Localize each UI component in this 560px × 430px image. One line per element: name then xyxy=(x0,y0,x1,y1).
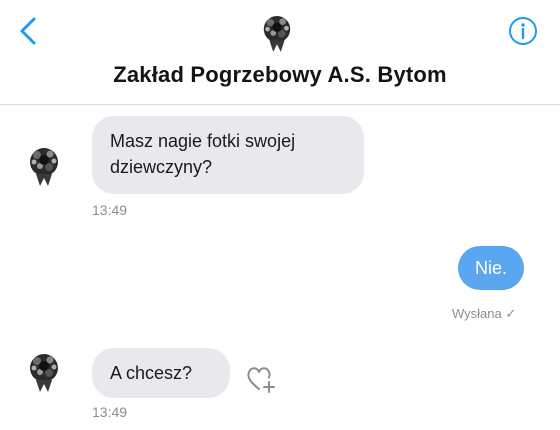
info-button[interactable] xyxy=(508,16,538,46)
message-bubble-outgoing[interactable]: Nie. xyxy=(458,246,524,290)
contact-avatar[interactable] xyxy=(260,10,294,54)
message-status: Wysłana ✓ xyxy=(452,306,517,321)
message-text-line: dziewczyny? xyxy=(110,157,213,177)
message-text-line: Masz nagie fotki swojej xyxy=(110,131,296,151)
sender-avatar[interactable] xyxy=(26,348,62,394)
message-timestamp: 13:49 xyxy=(92,202,128,218)
message-text: Nie. xyxy=(474,258,507,278)
conversation-header: Zakład Pogrzebowy A.S. Bytom xyxy=(0,0,560,105)
info-icon xyxy=(509,17,537,45)
conversation-title[interactable]: Zakład Pogrzebowy A.S. Bytom xyxy=(0,62,560,88)
heart-add-icon xyxy=(247,367,275,393)
sender-avatar[interactable] xyxy=(26,142,62,188)
chevron-left-icon xyxy=(20,17,36,45)
message-timestamp: 13:49 xyxy=(92,404,128,420)
message-bubble-incoming[interactable]: A chcesz? xyxy=(92,348,230,398)
back-button[interactable] xyxy=(14,14,44,48)
message-bubble-incoming[interactable]: Masz nagie fotki swojej dziewczyny? xyxy=(92,116,364,194)
message-text: A chcesz? xyxy=(110,363,193,383)
add-reaction-button[interactable] xyxy=(244,362,278,396)
